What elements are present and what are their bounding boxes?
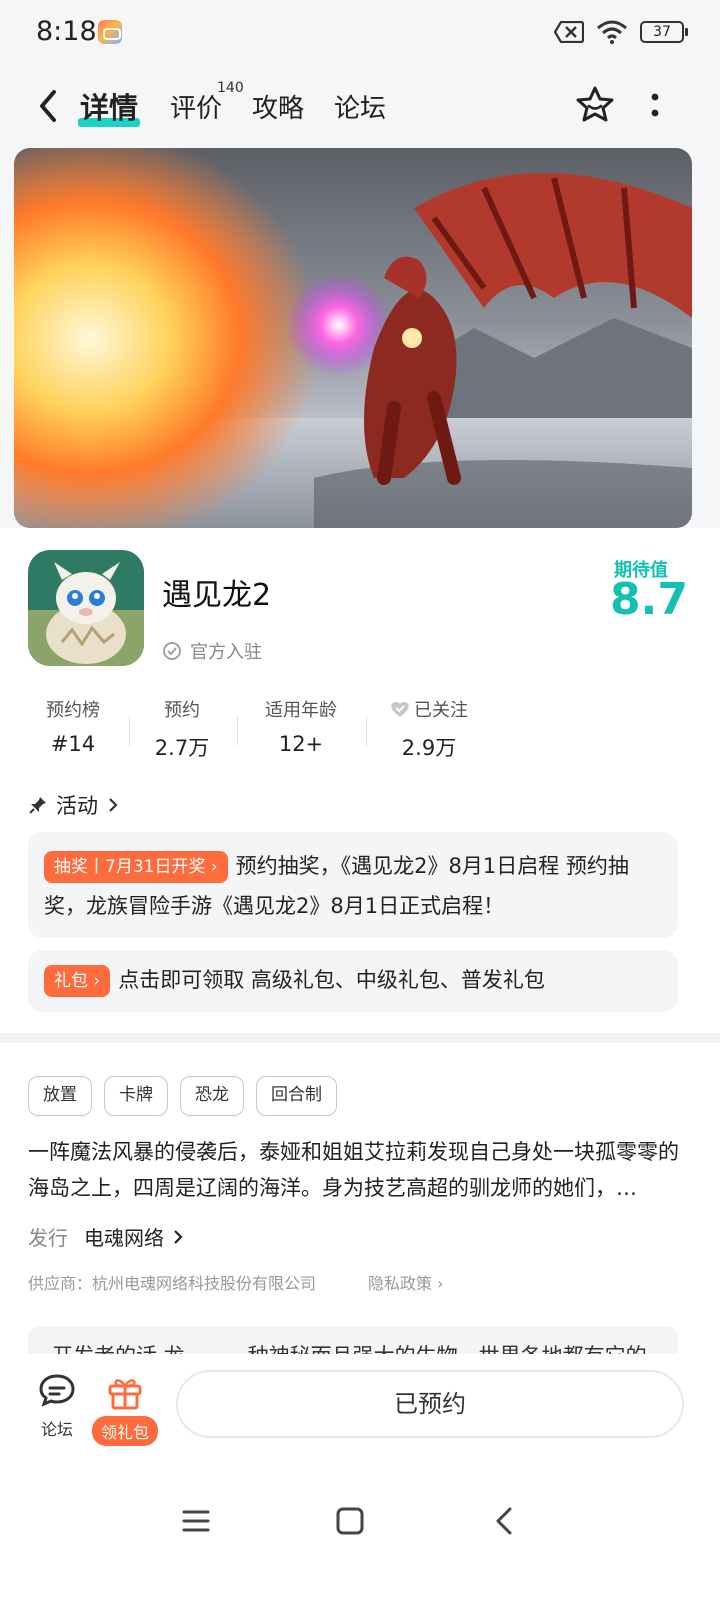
battery-indicator: 37 bbox=[640, 21, 688, 43]
status-time: 8:18 bbox=[36, 16, 97, 47]
tab-forum[interactable]: 论坛 bbox=[334, 88, 386, 125]
forum-label: 论坛 bbox=[40, 1420, 73, 1439]
publisher-link[interactable]: 电魂网络 bbox=[84, 1222, 184, 1251]
forum-button[interactable]: 论坛 bbox=[34, 1372, 80, 1440]
app-name: 遇见龙2 bbox=[162, 578, 272, 613]
tag-idle[interactable]: 放置 bbox=[28, 1076, 92, 1116]
official-label: 官方入驻 bbox=[190, 642, 262, 663]
system-nav-bar bbox=[0, 1466, 720, 1600]
favorite-star-icon[interactable] bbox=[574, 84, 616, 126]
chevron-right-icon bbox=[109, 798, 118, 812]
stats-row: 预约榜 #14 预约 2.7万 适用年龄 12+ 已关注 2.9万 bbox=[0, 696, 720, 766]
tag-turn-based[interactable]: 回合制 bbox=[256, 1076, 337, 1116]
supplier-info: 供应商：杭州电魂网络科技股份有限公司 bbox=[28, 1274, 317, 1293]
verified-check-icon bbox=[163, 642, 181, 660]
tab-reviews[interactable]: 评价 bbox=[170, 88, 222, 125]
hero-banner-image[interactable] bbox=[14, 148, 692, 528]
chat-bubble-icon bbox=[39, 1374, 75, 1407]
review-count-badge: 140 bbox=[217, 80, 244, 96]
section-divider bbox=[0, 1033, 720, 1043]
tab-details[interactable]: 详情 bbox=[77, 85, 141, 127]
game-controller-icon bbox=[98, 20, 122, 44]
developer-note-text: 开发者的话 龙——一种神秘而且强大的生物，世界各地都有它的 bbox=[52, 1340, 647, 1354]
back-icon[interactable] bbox=[492, 1506, 516, 1536]
activity-card-gift[interactable]: 礼包 › 点击即可领取 高级礼包、中级礼包、普发礼包 bbox=[28, 950, 678, 1012]
dragon-artwork bbox=[14, 148, 692, 528]
expectation-score: 8.7 bbox=[610, 574, 688, 625]
stat-value: 12+ bbox=[278, 732, 324, 756]
heart-check-icon bbox=[391, 701, 409, 717]
back-arrow-icon[interactable] bbox=[34, 86, 64, 126]
stat-age-rating[interactable]: 适用年龄 12+ bbox=[236, 696, 366, 756]
status-icons: 37 bbox=[554, 20, 688, 44]
privacy-policy-link[interactable]: 隐私政策 › bbox=[368, 1270, 444, 1294]
tag-dinosaur[interactable]: 恐龙 bbox=[180, 1076, 244, 1116]
wifi-icon bbox=[597, 20, 627, 44]
app-icon bbox=[28, 550, 144, 666]
chevron-right-icon bbox=[174, 1229, 183, 1244]
stat-value: 2.7万 bbox=[154, 736, 210, 760]
home-icon[interactable] bbox=[336, 1506, 364, 1536]
stat-label: 预约 bbox=[164, 700, 200, 721]
publisher-row: 发行 电魂网络 bbox=[28, 1222, 184, 1251]
lottery-tag[interactable]: 抽奖丨7月31日开奖 › bbox=[44, 851, 228, 883]
gift-tag[interactable]: 礼包 › bbox=[44, 965, 111, 997]
publisher-name: 电魂网络 bbox=[84, 1226, 164, 1250]
tab-guides[interactable]: 攻略 bbox=[252, 88, 304, 125]
stat-value: 2.9万 bbox=[401, 736, 457, 760]
genre-tags: 放置 卡牌 恐龙 回合制 bbox=[28, 1076, 337, 1116]
no-sim-icon bbox=[554, 21, 584, 43]
developer-note-card[interactable]: 开发者的话 龙——一种神秘而且强大的生物，世界各地都有它的 bbox=[28, 1326, 678, 1354]
bottom-action-bar: 论坛 领礼包 已预约 bbox=[0, 1354, 720, 1466]
gift-icon bbox=[108, 1379, 142, 1410]
stat-label: 适用年龄 bbox=[265, 700, 337, 721]
top-nav: 详情 评价 140 攻略 论坛 bbox=[0, 66, 720, 146]
gift-label: 领礼包 bbox=[91, 1416, 158, 1446]
stat-label-text: 已关注 bbox=[414, 700, 468, 721]
stat-followers[interactable]: 已关注 2.9万 bbox=[364, 696, 494, 762]
reserved-button[interactable]: 已预约 bbox=[176, 1370, 684, 1438]
pin-icon bbox=[29, 797, 46, 814]
activity-card-lottery[interactable]: 抽奖丨7月31日开奖 › 预约抽奖，《遇见龙2》8月1日启程 预约抽奖，龙族冒险手… bbox=[28, 832, 678, 938]
status-bar: 8:18 37 bbox=[0, 0, 720, 66]
activity-header[interactable]: 活动 bbox=[28, 790, 120, 820]
more-options-icon[interactable] bbox=[648, 88, 662, 124]
activity-text: 点击即可领取 高级礼包、中级礼包、普发礼包 bbox=[118, 968, 545, 992]
privacy-label: 隐私政策 bbox=[368, 1274, 433, 1293]
stat-reservations: 预约 2.7万 bbox=[117, 696, 247, 762]
menu-icon[interactable] bbox=[182, 1506, 210, 1536]
activity-title: 活动 bbox=[56, 794, 98, 818]
official-badge: 官方入驻 bbox=[162, 638, 262, 664]
gift-button[interactable]: 领礼包 bbox=[90, 1374, 160, 1446]
publisher-label: 发行 bbox=[28, 1226, 68, 1250]
tag-card[interactable]: 卡牌 bbox=[104, 1076, 168, 1116]
stat-label: 已关注 bbox=[364, 696, 494, 722]
game-description[interactable]: 一阵魔法风暴的侵袭后，泰娅和姐姐艾拉莉发现自己身处一块孤零零的海岛之上，四周是辽… bbox=[28, 1134, 682, 1206]
